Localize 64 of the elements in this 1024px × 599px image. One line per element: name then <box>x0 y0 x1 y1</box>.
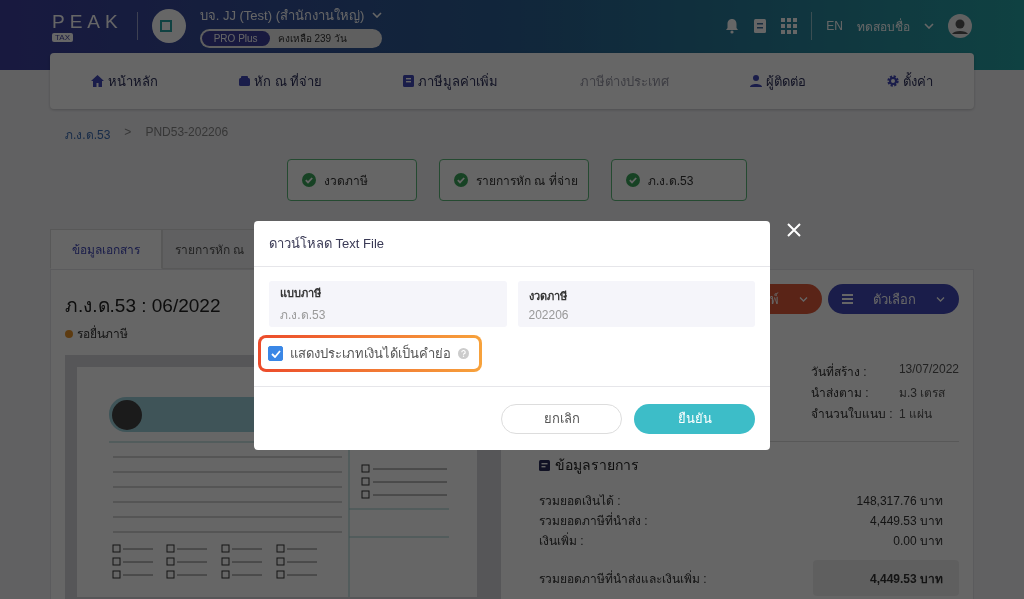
readonly-field[interactable]: งวดภาษี 202206 <box>517 281 755 327</box>
confirm-button[interactable]: ยืนยัน <box>634 403 755 434</box>
language-label[interactable]: EN <box>826 19 843 33</box>
status-dot <box>65 329 73 338</box>
checkbox[interactable] <box>268 346 283 361</box>
menu-icon <box>842 294 853 304</box>
user-icon <box>750 75 762 87</box>
breadcrumb-link[interactable]: ภ.ง.ด.53 <box>65 125 111 145</box>
chevron-icon <box>799 296 808 302</box>
summary-value: 0.00 บาท <box>893 532 944 550</box>
info-value: 13/07/2022 <box>898 362 959 378</box>
document-icon[interactable] <box>753 18 768 34</box>
settings-icon <box>887 75 900 87</box>
chevron-icon[interactable] <box>372 12 383 18</box>
summary-label: รวมยอดภาษีที่นำส่ง : <box>538 511 648 530</box>
avatar-icon[interactable] <box>948 14 972 38</box>
company-logo-icon <box>151 9 186 43</box>
nav-item[interactable]: ตั้งค่า <box>887 70 934 92</box>
step-label: งวดภาษี <box>324 172 368 190</box>
dialog-title: ดาวน์โหลด Text File <box>254 221 770 267</box>
info-value: 1 แผ่น <box>898 406 933 423</box>
readonly-field[interactable]: แบบภาษี ภ.ง.ด.53 <box>269 281 507 327</box>
nav-item[interactable]: ผู้ติดต่อ <box>750 70 806 92</box>
chevron-icon <box>936 296 945 302</box>
tax-badge: TAX <box>52 32 73 42</box>
step-card[interactable]: งวดภาษี <box>287 159 417 201</box>
step-card[interactable]: ภ.ง.ด.53 <box>611 159 747 201</box>
info-value: ม.3 เตรส <box>898 385 947 402</box>
summary-label: รวมยอดเงินได้ : <box>538 492 621 510</box>
summary-value: 4,449.53 บาท <box>869 512 944 530</box>
document-icon <box>403 75 415 87</box>
summary-value: 148,317.76 บาท <box>856 492 944 510</box>
close-icon[interactable] <box>787 223 801 237</box>
peak-logo[interactable]: PEAK <box>52 10 123 33</box>
step-card[interactable]: รายการหัก ณ ที่จ่าย <box>439 159 589 201</box>
nav-item[interactable]: หัก ณ ที่จ่าย <box>238 70 323 92</box>
wallet-icon <box>238 76 250 86</box>
plan-badge: PRO Plus <box>201 30 270 46</box>
step-label: ภ.ง.ด.53 <box>648 172 694 190</box>
user-name[interactable]: ทดสอบชื่อ <box>857 16 910 36</box>
step-label: รายการหัก ณ ที่จ่าย <box>476 171 578 190</box>
cancel-button[interactable]: ยกเลิก <box>501 403 622 434</box>
info-label: วันที่สร้าง : <box>810 362 868 381</box>
summary-label: รวมยอดภาษีที่นำส่งและเงินเพิ่ม : <box>538 569 707 588</box>
breadcrumb-separator: > <box>124 125 132 141</box>
total-value: 4,449.53 บาท <box>813 560 959 596</box>
tab[interactable]: ข้อมูลเอกสาร <box>50 229 162 269</box>
info-label: จำนวนใบแนบ : <box>810 406 894 423</box>
nav-item[interactable]: ภาษีมูลค่าเพิ่ม <box>403 70 499 92</box>
apps-grid-icon[interactable] <box>781 18 798 34</box>
chevron-icon[interactable] <box>924 23 934 29</box>
company-name[interactable]: บจ. JJ (Test) (สำนักงานใหญ่) <box>199 4 365 26</box>
info-label: นำส่งตาม : <box>810 385 870 402</box>
document-title: ภ.ง.ด.53 : 06/2022 <box>65 294 221 318</box>
help-icon[interactable] <box>458 348 469 359</box>
section-title: ข้อมูลรายการ <box>554 456 639 476</box>
home-icon <box>90 75 104 87</box>
list-icon <box>538 459 550 471</box>
action-button[interactable]: ตัวเลือก <box>828 284 959 314</box>
status-label: รอยื่นภาษี <box>77 324 128 343</box>
bell-icon[interactable] <box>725 18 740 34</box>
summary-label: เงินเพิ่ม : <box>538 531 584 550</box>
nav-item[interactable]: หน้าหลัก <box>90 70 158 92</box>
remaining-days: คงเหลือ 239 วัน <box>269 30 355 46</box>
